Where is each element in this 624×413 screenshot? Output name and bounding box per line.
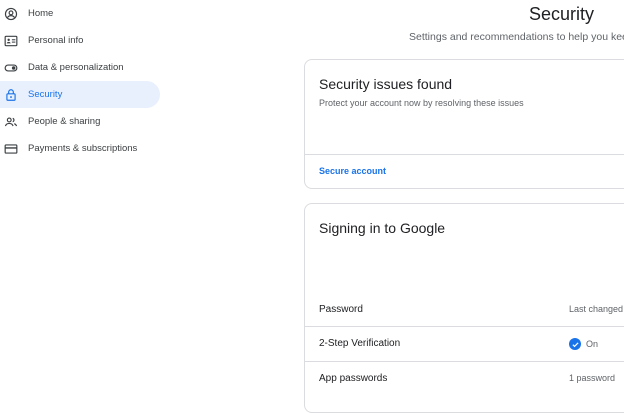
row-label: App passwords [319, 373, 388, 384]
card-title: Signing in to Google [319, 220, 446, 236]
page-subtitle: Settings and recommendations to help you… [409, 31, 624, 43]
sidebar-nav: Home Personal info Data & personalizatio… [0, 0, 170, 162]
signing-in-card: Signing in to Google Password Last chang… [304, 203, 624, 413]
security-issues-card: Security issues found Protect your accou… [304, 59, 624, 189]
page-title: Security [529, 4, 595, 24]
sidebar-item-personal-info[interactable]: Personal info [0, 27, 170, 54]
row-label: 2-Step Verification [319, 338, 401, 349]
account-circle-icon [4, 7, 18, 21]
sidebar-item-label: Data & personalization [28, 62, 124, 73]
sidebar-item-data-personalization[interactable]: Data & personalization [0, 54, 170, 81]
row-divider [305, 361, 624, 362]
card-title: Security issues found [319, 76, 453, 92]
people-icon [4, 115, 18, 129]
credit-card-icon [4, 142, 18, 156]
sidebar-item-label: Home [28, 8, 54, 19]
toggle-icon [4, 61, 18, 75]
status-text: On [586, 339, 599, 349]
row-value: On [569, 338, 598, 350]
sidebar-item-payments[interactable]: Payments & subscriptions [0, 135, 170, 162]
sidebar-item-label: Security [28, 89, 63, 100]
sidebar-item-home[interactable]: Home [0, 0, 170, 27]
sidebar-item-label: Personal info [28, 35, 84, 46]
sidebar-item-security[interactable]: Security [0, 81, 160, 108]
row-divider [305, 326, 624, 327]
card-description: Protect your account now by resolving th… [319, 98, 524, 108]
sidebar-item-label: People & sharing [28, 116, 101, 127]
row-value: 1 password [569, 373, 616, 383]
sidebar-item-people-sharing[interactable]: People & sharing [0, 108, 170, 135]
lock-icon [4, 88, 18, 102]
card-divider [305, 154, 624, 155]
row-label: Password [319, 304, 363, 315]
id-card-icon [4, 34, 18, 48]
row-value: Last changed [569, 304, 624, 314]
sidebar-item-label: Payments & subscriptions [28, 143, 138, 154]
check-circle-icon [569, 338, 581, 350]
secure-account-link[interactable]: Secure account [319, 166, 386, 176]
